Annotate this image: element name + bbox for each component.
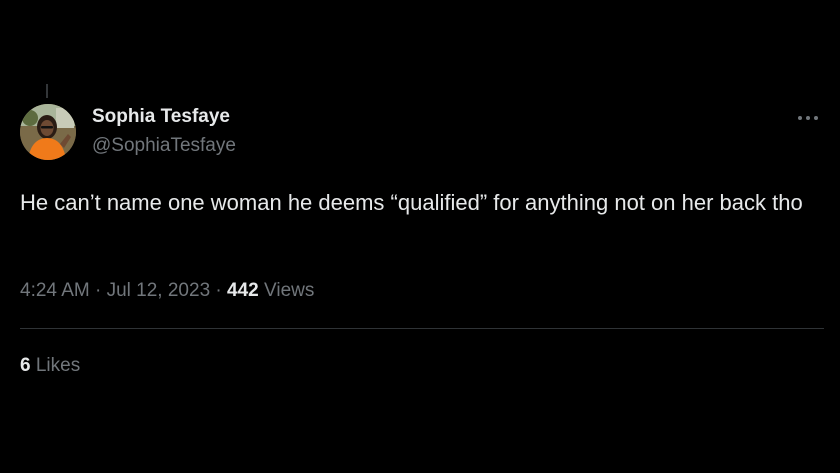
profile-photo-avatar: [20, 104, 76, 160]
tweet-time[interactable]: 4:24 AM: [20, 280, 90, 301]
tweet-date[interactable]: Jul 12, 2023: [107, 280, 211, 301]
divider: [20, 328, 824, 329]
tweet-meta: 4:24 AM · Jul 12, 2023 · 442 Views: [20, 280, 314, 302]
author-handle[interactable]: @SophiaTesfaye: [92, 135, 236, 157]
views-count: 442: [227, 280, 259, 301]
more-options-icon: [798, 116, 818, 120]
likes-link[interactable]: 6 Likes: [20, 355, 80, 377]
tweet-text: He can’t name one woman he deems “qualif…: [20, 190, 803, 215]
thread-connector-line: [46, 84, 48, 98]
avatar[interactable]: [20, 104, 76, 160]
views-label: Views: [264, 280, 315, 301]
author-display-name[interactable]: Sophia Tesfaye: [92, 106, 230, 128]
more-options-button[interactable]: [790, 104, 826, 132]
likes-count: 6: [20, 355, 31, 376]
meta-separator: ·: [215, 280, 222, 301]
likes-label: Likes: [35, 355, 81, 376]
meta-separator: ·: [95, 280, 102, 301]
